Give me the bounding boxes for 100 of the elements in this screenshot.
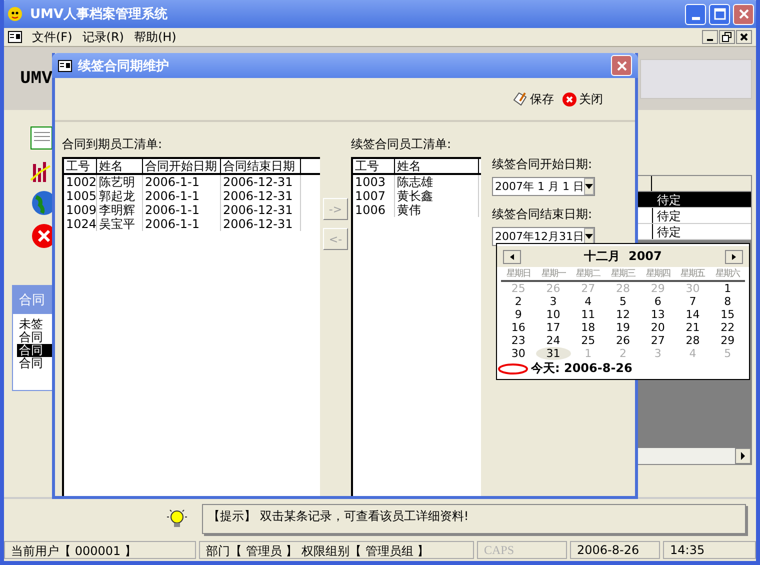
maximize-button[interactable] [709, 4, 730, 24]
calendar-day[interactable]: 14 [675, 308, 710, 321]
table-cell: 1007 [353, 189, 395, 203]
status-panel: 2006-8-26 [570, 541, 660, 559]
calendar-day[interactable]: 13 [640, 308, 676, 321]
table-row[interactable]: 待定 [638, 192, 751, 208]
pencil-paper-icon [512, 91, 528, 107]
table-cell: 2006-12-31 [221, 203, 301, 217]
table-cell: 2006-12-31 [221, 217, 301, 231]
right-arrow-icon [740, 452, 746, 460]
close-button[interactable]: 关闭 [562, 90, 603, 108]
dropdown-arrow-icon[interactable] [584, 184, 593, 189]
calendar-day[interactable]: 26 [606, 334, 640, 347]
restore-icon [722, 32, 732, 42]
window-title: UMV人事档案管理系统 [30, 6, 168, 23]
weekday-label: 星期六 [714, 268, 742, 280]
calendar-day[interactable]: 2 [501, 295, 536, 308]
maximize-icon [714, 8, 726, 20]
scroll-right-button[interactable] [735, 448, 751, 464]
previous-month-button[interactable] [503, 250, 521, 264]
close-icon [740, 33, 748, 41]
table-cell: 1024 [64, 217, 97, 231]
column-header[interactable]: 姓名 [395, 159, 479, 173]
window-menu-icon[interactable] [58, 60, 72, 72]
field-label: 续签合同结束日期: [492, 206, 594, 223]
calendar-day[interactable]: 19 [606, 321, 640, 334]
calendar-day[interactable]: 16 [501, 321, 536, 334]
list-label: 续签合同员工清单: [351, 136, 452, 153]
field-label: 续签合同开始日期: [492, 156, 594, 173]
menu-item[interactable]: 帮助(H) [134, 28, 176, 46]
calendar-day[interactable]: 6 [640, 295, 676, 308]
column-header[interactable]: 合同开始日期 [143, 159, 221, 173]
calendar-day[interactable]: 12 [606, 308, 640, 321]
dropdown-arrow-icon[interactable] [585, 234, 593, 239]
column-header[interactable]: 合同结束日期 [221, 159, 301, 173]
table-cell: 1002 [64, 175, 97, 189]
close-button[interactable] [736, 30, 752, 44]
today-link[interactable]: 今天: 2006-8-26 [531, 360, 632, 377]
table-cell: 2006-12-31 [221, 189, 301, 203]
table-cell: 黄伟 [395, 203, 479, 217]
calendar-day[interactable]: 9 [501, 308, 536, 321]
calendar-day[interactable]: 11 [570, 308, 606, 321]
calendar-day[interactable]: 17 [536, 321, 571, 334]
calendar-day[interactable]: 31 [536, 347, 571, 360]
calendar-day[interactable]: 18 [570, 321, 606, 334]
column-header[interactable]: 姓名 [97, 159, 143, 173]
save-button[interactable]: 保存 [512, 90, 554, 108]
calendar-day[interactable]: 10 [536, 308, 571, 321]
restore-button[interactable] [719, 30, 735, 44]
status-panel: CAPS [477, 541, 567, 559]
cartoon-face-icon [6, 5, 24, 23]
weekday-label: 星期四 [644, 268, 672, 280]
minimize-button[interactable] [702, 30, 718, 44]
calendar-day[interactable]: 7 [675, 295, 710, 308]
weekday-label: 星期三 [610, 268, 636, 280]
minimize-icon [692, 16, 700, 20]
table-cell: 陈艺明 [97, 175, 143, 189]
calendar-day[interactable]: 5 [606, 295, 640, 308]
dialog-title: 续签合同期维护 [78, 58, 169, 74]
calendar-day[interactable]: 22 [710, 321, 746, 334]
status-panel: 14:35 [663, 541, 756, 559]
calendar-day[interactable]: 3 [536, 295, 571, 308]
right-arrow-icon [732, 254, 736, 260]
table-cell: 2006-1-1 [143, 189, 221, 203]
menu-item[interactable]: 文件(F) [32, 28, 72, 46]
next-month-button[interactable] [724, 250, 743, 264]
calendar-day[interactable]: 28 [675, 334, 710, 347]
calendar-day[interactable]: 24 [536, 334, 571, 347]
weekday-label: 星期二 [575, 268, 602, 280]
close-icon [562, 92, 577, 106]
date-picker[interactable]: 2007年 1 月 1 日 [492, 177, 595, 196]
calendar-day[interactable]: 23 [501, 334, 536, 347]
calendar-day[interactable]: 8 [710, 295, 746, 308]
close-icon [738, 8, 750, 20]
calendar-day[interactable]: 29 [710, 334, 746, 347]
left-arrow-icon [510, 254, 514, 260]
table-cell: 1009 [64, 203, 97, 217]
table-cell: 2006-1-1 [143, 203, 221, 217]
calendar-day[interactable]: 1 [710, 282, 746, 295]
calendar-day[interactable]: 27 [640, 334, 676, 347]
table-cell: 1005 [64, 189, 97, 203]
horizontal-scrollbar[interactable] [638, 448, 751, 464]
list-label: 合同到期员工清单: [62, 136, 164, 153]
calendar-day[interactable]: 4 [570, 295, 606, 308]
calendar-day[interactable]: 30 [501, 347, 536, 360]
weekday-label: 星期日 [505, 268, 532, 280]
table-cell: 陈志雄 [395, 175, 479, 189]
calendar-day[interactable]: 15 [710, 308, 746, 321]
table-cell: 郭起龙 [97, 189, 143, 203]
column-header[interactable]: 工号 [64, 159, 97, 173]
column-header[interactable]: 工号 [353, 159, 395, 173]
calendar-day[interactable]: 21 [675, 321, 710, 334]
table-cell: 吴宝平 [97, 217, 143, 231]
document-icon[interactable] [30, 125, 52, 151]
calendar-day[interactable]: 20 [640, 321, 676, 334]
calendar-day[interactable]: 25 [570, 334, 606, 347]
menu-item[interactable]: 记录(R) [82, 28, 124, 46]
window-menu-icon[interactable] [8, 31, 22, 43]
table-cell: 1003 [353, 175, 395, 189]
weekday-label: 星期五 [680, 268, 706, 280]
